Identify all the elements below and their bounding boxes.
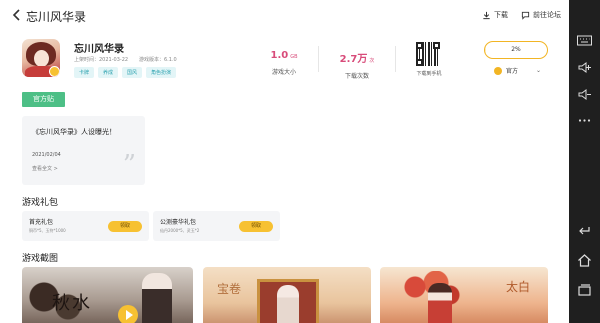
forum-label: 前往论坛 — [533, 11, 561, 19]
divider — [395, 46, 396, 72]
screenshots-section-title: 游戏截图 — [22, 254, 59, 264]
play-icon[interactable] — [118, 305, 138, 323]
tag[interactable]: 国风 — [122, 67, 143, 78]
volume-up-icon[interactable] — [576, 59, 593, 76]
screenshot-calligraphy: 秋水 — [52, 293, 92, 314]
screenshot-thumbnail[interactable]: 太白 — [380, 267, 548, 323]
gift-desc: 仙丹2000*5、灵玉*2 — [160, 228, 200, 233]
size-label: 游戏大小 — [271, 69, 296, 76]
gift-desc: 铜币*5、玉符*1000 — [29, 228, 66, 233]
gifts-section-title: 游戏礼包 — [22, 198, 59, 208]
game-name: 忘川风华录 — [74, 44, 124, 55]
keyboard-icon[interactable] — [576, 32, 593, 49]
gift-name: 公测豪华礼包 — [160, 219, 197, 226]
channel-icon — [494, 66, 502, 75]
gift-card: 首充礼包 铜币*5、玉符*1000 领取 — [22, 211, 149, 241]
screenshot-video-thumbnail[interactable]: 秋水 — [22, 267, 193, 323]
game-size-stat: 1.0 GB 游戏大小 — [264, 50, 304, 76]
tag[interactable]: 角色扮演 — [146, 67, 177, 78]
qr-label: 下载到手机 — [416, 71, 442, 77]
more-icon[interactable] — [576, 112, 593, 129]
news-title: 《忘川风华录》人设曝光！ — [32, 128, 116, 136]
tag[interactable]: 养成 — [98, 67, 119, 78]
forum-button[interactable]: 前往论坛 — [521, 10, 561, 20]
channel-label: 官方 — [506, 68, 519, 75]
page-title: 忘川风华录 — [26, 10, 87, 24]
claim-gift-button[interactable]: 领取 — [108, 221, 142, 232]
back-nav-icon[interactable] — [576, 222, 593, 239]
download-icon — [483, 11, 490, 19]
tag[interactable]: 卡牌 — [74, 67, 95, 78]
download-button[interactable]: 下载 — [482, 10, 508, 20]
progress-text: 2% — [511, 46, 521, 53]
game-icon — [22, 39, 60, 77]
chat-icon — [521, 11, 530, 20]
chevron-down-icon: ⌄ — [536, 67, 542, 74]
screenshot-calligraphy: 太白 — [506, 280, 531, 294]
tag-list: 卡牌 养成 国风 角色扮演 — [74, 67, 177, 78]
news-more-link[interactable]: 查看全文 > — [32, 165, 58, 172]
game-version: 游戏版本：6.1.0 — [139, 57, 177, 63]
back-arrow-icon[interactable] — [10, 8, 24, 22]
volume-down-icon[interactable] — [576, 86, 593, 103]
news-date: 2021/02/04 — [32, 152, 61, 158]
badge-icon — [49, 66, 60, 77]
qr-code-icon — [416, 42, 440, 66]
downloads-unit: 次 — [369, 58, 375, 64]
screenshot-calligraphy: 宝卷 — [217, 282, 242, 296]
size-unit: GB — [290, 54, 298, 60]
recent-apps-icon[interactable] — [576, 282, 593, 299]
gift-card: 公测豪华礼包 仙丹2000*5、灵玉*2 领取 — [153, 211, 280, 241]
top-bar: 忘川风华录 下载 前往论坛 — [0, 0, 569, 31]
download-progress-button[interactable]: 2% — [484, 41, 548, 59]
divider — [318, 46, 319, 72]
screenshot-thumbnail[interactable]: 宝卷 — [203, 267, 371, 323]
download-count-stat: 2.7万次 下载次数 — [334, 50, 380, 80]
channel-select[interactable]: 官方 ⌄ — [494, 66, 541, 75]
release-date: 上架时间：2021-03-22 — [74, 57, 129, 63]
quote-icon: ” — [122, 150, 136, 180]
download-label: 下载 — [494, 11, 508, 19]
size-value: 1.0 — [270, 50, 289, 61]
home-icon[interactable] — [576, 252, 593, 269]
system-nav-bar — [569, 0, 600, 323]
official-badge: 官方贴 — [22, 92, 65, 107]
downloads-value: 2.7万 — [339, 54, 368, 65]
news-card[interactable]: 《忘川风华录》人设曝光！ 2021/02/04 查看全文 > ” — [22, 116, 145, 185]
gift-name: 首充礼包 — [29, 219, 54, 226]
downloads-label: 下载次数 — [344, 73, 369, 80]
claim-gift-button[interactable]: 领取 — [239, 221, 273, 232]
